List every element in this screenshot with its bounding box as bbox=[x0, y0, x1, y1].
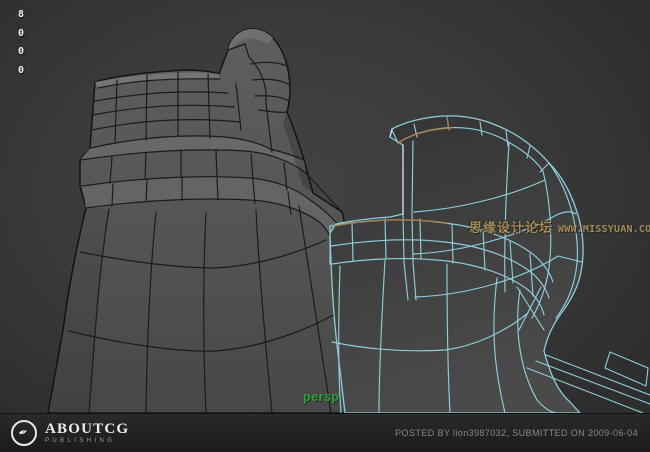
overlay-digit: 0 bbox=[18, 62, 24, 81]
overlay-digit: 0 bbox=[18, 25, 24, 44]
right-mesh[interactable] bbox=[330, 116, 583, 413]
overlay-digit: 8 bbox=[18, 6, 24, 25]
watermark-forum-name: 思缘设计论坛 bbox=[469, 217, 553, 236]
viewport[interactable]: 8 0 0 0 思缘设计论坛 WWW.MISSYUAN.COM persp bbox=[0, 0, 650, 413]
screenshot-root: 8 0 0 0 思缘设计论坛 WWW.MISSYUAN.COM persp ✒ … bbox=[0, 0, 650, 452]
credit-text: POSTED BY lion3987032, SUBMITTED ON 2009… bbox=[395, 428, 638, 438]
mesh-canvas bbox=[0, 0, 650, 413]
camera-label: persp bbox=[303, 390, 340, 404]
left-mesh[interactable] bbox=[48, 29, 369, 413]
aboutcg-brand: ✒ ABOUTCG PUBLISHING bbox=[11, 420, 129, 446]
pen-icon: ✒ bbox=[18, 426, 30, 439]
watermark-url: WWW.MISSYUAN.COM bbox=[558, 224, 650, 235]
aboutcg-logo-icon: ✒ bbox=[11, 420, 37, 446]
viewport-overlay-digits: 8 0 0 0 bbox=[18, 6, 24, 80]
overlay-digit: 0 bbox=[18, 43, 24, 62]
brand-text: ABOUTCG PUBLISHING bbox=[45, 422, 129, 444]
brand-name: ABOUTCG bbox=[45, 422, 129, 436]
footer-bar: ✒ ABOUTCG PUBLISHING POSTED BY lion39870… bbox=[0, 413, 650, 452]
brand-tagline: PUBLISHING bbox=[45, 438, 129, 444]
watermark: 思缘设计论坛 WWW.MISSYUAN.COM bbox=[469, 217, 650, 236]
